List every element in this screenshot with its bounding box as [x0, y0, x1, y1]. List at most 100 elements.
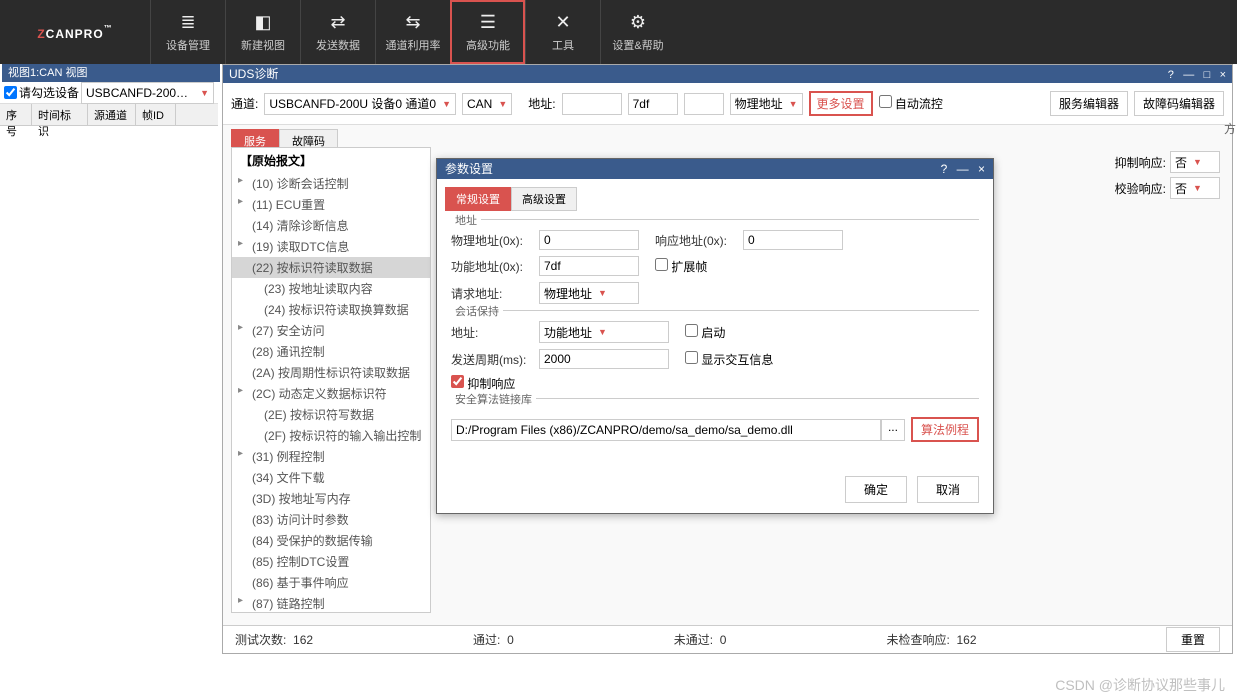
tree-item-0[interactable]: (10) 诊断会话控制	[232, 173, 430, 194]
minimize-icon[interactable]: —	[1183, 69, 1194, 81]
close-icon[interactable]: ×	[1220, 69, 1226, 81]
verify-response-select[interactable]: 否▼	[1170, 177, 1220, 199]
tree-item-9[interactable]: (2A) 按周期性标识符读取数据	[232, 362, 430, 383]
algo-example-button[interactable]: 算法例程	[911, 417, 979, 442]
help-icon[interactable]: ?	[1168, 69, 1174, 81]
addr-input-2[interactable]	[628, 93, 678, 115]
suppress-response-select[interactable]: 否▼	[1170, 151, 1220, 173]
channel-label: 通道:	[231, 95, 258, 112]
tree-item-15[interactable]: (3D) 按地址写内存	[232, 488, 430, 509]
tree-item-11[interactable]: (2E) 按标识符写数据	[232, 404, 430, 425]
uds-title-bar: UDS诊断 ? — □ ×	[223, 65, 1232, 83]
session-addr-select[interactable]: 功能地址▼	[539, 321, 669, 343]
topbar-label: 高级功能	[466, 37, 510, 53]
tree-item-18[interactable]: (85) 控制DTC设置	[232, 551, 430, 572]
topbar-icon: ⇆	[405, 12, 420, 33]
tree-item-3[interactable]: (19) 读取DTC信息	[232, 236, 430, 257]
group-session: 会话保持 地址: 功能地址▼ 启动 发送周期(ms): 显示交互信息 抑制响应	[451, 310, 979, 392]
tree-item-19[interactable]: (86) 基于事件响应	[232, 572, 430, 593]
start-checkbox[interactable]: 启动	[685, 324, 725, 341]
ext-frame-checkbox[interactable]: 扩展帧	[655, 258, 707, 275]
addr-input-1[interactable]	[562, 93, 622, 115]
dialog-tabs: 常规设置 高级设置	[445, 187, 985, 211]
addr-label: 地址:	[528, 95, 555, 112]
req-addr-select[interactable]: 物理地址▼	[539, 282, 639, 304]
topbar-btn-4[interactable]: ☰ 高级功能	[450, 0, 525, 64]
tree-item-10[interactable]: (2C) 动态定义数据标识符	[232, 383, 430, 404]
group-algo: 安全算法链接库 ... 算法例程	[451, 398, 979, 442]
col-frameid: 帧ID	[136, 104, 176, 125]
left-column-headers: 序号 时间标识 源通道 帧ID	[0, 104, 218, 126]
phys-addr-input[interactable]	[539, 230, 639, 250]
maximize-icon[interactable]: □	[1204, 69, 1211, 81]
uds-toolbar: 通道: USBCANFD-200U 设备0 通道0▼ CAN▼ 地址: 物理地址…	[223, 83, 1232, 125]
resp-addr-input[interactable]	[743, 230, 843, 250]
service-editor-button[interactable]: 服务编辑器	[1050, 91, 1128, 116]
tree-item-14[interactable]: (34) 文件下载	[232, 467, 430, 488]
uds-status-bar: 测试次数: 162 通过: 0 未通过: 0 未检查响应: 162 重置	[223, 625, 1232, 653]
device-filter-row: 请勾选设备 USBCANFD-200U 设备0 通道0▼	[0, 82, 218, 104]
tree-item-6[interactable]: (24) 按标识符读取换算数据	[232, 299, 430, 320]
tree-header: 【原始报文】	[232, 148, 430, 173]
col-index: 序号	[0, 104, 32, 125]
more-settings-button[interactable]: 更多设置	[809, 91, 873, 116]
group-address: 地址 物理地址(0x): 响应地址(0x): 功能地址(0x): 扩展帧 请求地…	[451, 219, 979, 304]
view-title-bar: 视图1:CAN 视图	[2, 64, 220, 82]
topbar-label: 新建视图	[241, 37, 285, 53]
addr-input-3[interactable]	[684, 93, 724, 115]
col-channel: 源通道	[88, 104, 136, 125]
tree-item-5[interactable]: (23) 按地址读取内容	[232, 278, 430, 299]
tree-item-1[interactable]: (11) ECU重置	[232, 194, 430, 215]
topbar-btn-0[interactable]: ≣设备管理	[150, 0, 225, 64]
auto-flow-checkbox[interactable]: 自动流控	[879, 95, 943, 112]
dialog-help-icon[interactable]: ?	[941, 162, 948, 176]
param-dialog: 参数设置 ? — × 常规设置 高级设置 地址 物理地址(0x): 响应地址(0…	[436, 158, 994, 514]
topbar-btn-6[interactable]: ⚙设置&帮助	[600, 0, 675, 64]
suppress-resp-checkbox[interactable]: 抑制响应	[451, 375, 515, 392]
suppress-response-row: 抑制响应: 否▼	[1115, 151, 1220, 173]
device-filter-label: 请勾选设备	[19, 84, 79, 101]
service-tree[interactable]: 【原始报文】 (10) 诊断会话控制(11) ECU重置(14) 清除诊断信息(…	[231, 147, 431, 613]
dtc-editor-button[interactable]: 故障码编辑器	[1134, 91, 1224, 116]
topbar-btn-2[interactable]: ⇄发送数据	[300, 0, 375, 64]
tree-item-4[interactable]: (22) 按标识符读取数据	[232, 257, 430, 278]
dll-path-input[interactable]	[451, 419, 881, 441]
topbar-icon: ⚙	[630, 12, 646, 33]
topbar-btn-5[interactable]: ✕工具	[525, 0, 600, 64]
dialog-title-bar[interactable]: 参数设置 ? — ×	[437, 159, 993, 179]
dialog-close-icon[interactable]: ×	[978, 162, 985, 176]
tab-basic-settings[interactable]: 常规设置	[445, 187, 511, 211]
topbar-btn-1[interactable]: ◧ 新建视图	[225, 0, 300, 64]
protocol-select[interactable]: CAN▼	[462, 93, 512, 115]
tree-item-13[interactable]: (31) 例程控制	[232, 446, 430, 467]
topbar-icon: ≣	[180, 12, 195, 33]
dialog-minimize-icon[interactable]: —	[957, 162, 969, 176]
ok-button[interactable]: 确定	[845, 476, 907, 503]
show-interact-checkbox[interactable]: 显示交互信息	[685, 351, 773, 368]
topbar-label: 通道利用率	[386, 37, 441, 53]
tree-item-20[interactable]: (87) 链路控制	[232, 593, 430, 613]
cancel-button[interactable]: 取消	[917, 476, 979, 503]
topbar-icon: ☰	[480, 12, 496, 33]
topbar-icon: ◧	[254, 12, 271, 33]
browse-button[interactable]: ...	[881, 419, 905, 441]
device-filter-select[interactable]: USBCANFD-200U 设备0 通道0▼	[81, 82, 214, 104]
channel-select[interactable]: USBCANFD-200U 设备0 通道0▼	[264, 93, 456, 115]
watermark: CSDN @诊断协议那些事儿	[1055, 675, 1225, 695]
tree-item-16[interactable]: (83) 访问计时参数	[232, 509, 430, 530]
device-filter-checkbox[interactable]	[4, 86, 17, 99]
col-time: 时间标识	[32, 104, 88, 125]
tree-item-17[interactable]: (84) 受保护的数据传输	[232, 530, 430, 551]
topbar-label: 工具	[552, 37, 574, 53]
side-tab[interactable]: 方	[1223, 120, 1237, 137]
tree-item-7[interactable]: (27) 安全访问	[232, 320, 430, 341]
addr-type-select[interactable]: 物理地址▼	[730, 93, 803, 115]
tree-item-12[interactable]: (2F) 按标识符的输入输出控制	[232, 425, 430, 446]
tree-item-2[interactable]: (14) 清除诊断信息	[232, 215, 430, 236]
topbar-btn-3[interactable]: ⇆ 通道利用率	[375, 0, 450, 64]
tab-advanced-settings[interactable]: 高级设置	[511, 187, 577, 211]
tree-item-8[interactable]: (28) 通讯控制	[232, 341, 430, 362]
func-addr-input[interactable]	[539, 256, 639, 276]
period-input[interactable]	[539, 349, 669, 369]
reset-button[interactable]: 重置	[1166, 627, 1220, 652]
